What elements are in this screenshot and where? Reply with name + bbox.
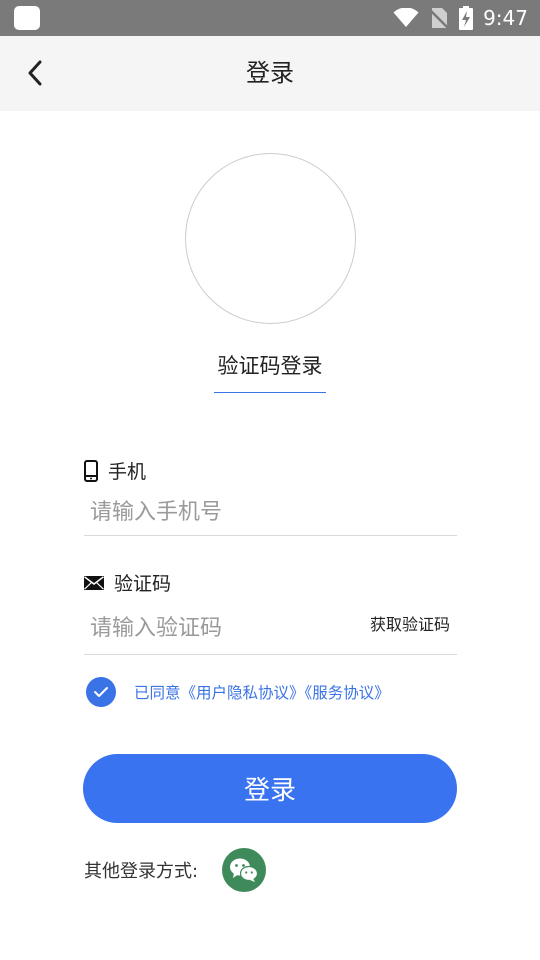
chevron-left-icon xyxy=(28,60,42,86)
phone-label-text: 手机 xyxy=(108,461,147,483)
agreement-row: 已同意《用户隐私协议》《服务协议》 xyxy=(86,677,390,707)
code-label-text: 验证码 xyxy=(114,573,172,595)
tab-sms-login[interactable]: 验证码登录 xyxy=(214,350,326,393)
avatar xyxy=(185,153,356,324)
no-sim-icon xyxy=(429,8,449,29)
app-header: 登录 xyxy=(0,36,540,111)
privacy-policy-link[interactable]: 《用户隐私协议》 xyxy=(181,684,305,702)
code-label: 验证码 xyxy=(84,569,171,596)
service-agreement-link[interactable]: 《服务协议》 xyxy=(305,684,390,702)
page-title: 登录 xyxy=(246,59,294,87)
login-button[interactable]: 登录 xyxy=(83,754,457,823)
status-time: 9:47 xyxy=(483,6,528,30)
wifi-icon xyxy=(393,8,419,27)
agreement-text: 已同意《用户隐私协议》《服务协议》 xyxy=(134,681,390,703)
back-button[interactable] xyxy=(18,56,52,90)
agreement-checkbox[interactable] xyxy=(86,677,116,707)
other-login-label: 其他登录方式: xyxy=(84,861,199,882)
wechat-icon xyxy=(230,858,259,882)
app-notification-icon xyxy=(14,6,40,30)
battery-charging-icon xyxy=(459,6,474,30)
code-input-underline xyxy=(84,654,457,655)
checkmark-icon xyxy=(94,687,108,697)
wechat-login-button[interactable] xyxy=(222,848,266,892)
status-icons: 9:47 xyxy=(393,0,528,36)
envelope-icon xyxy=(84,575,104,590)
agreement-prefix: 已同意 xyxy=(134,684,181,702)
get-code-button[interactable]: 获取验证码 xyxy=(370,611,450,635)
phone-input[interactable] xyxy=(84,490,457,536)
status-bar: 9:47 xyxy=(0,0,540,36)
phone-icon xyxy=(84,459,98,482)
phone-label: 手机 xyxy=(84,457,146,484)
code-input[interactable] xyxy=(84,602,364,655)
